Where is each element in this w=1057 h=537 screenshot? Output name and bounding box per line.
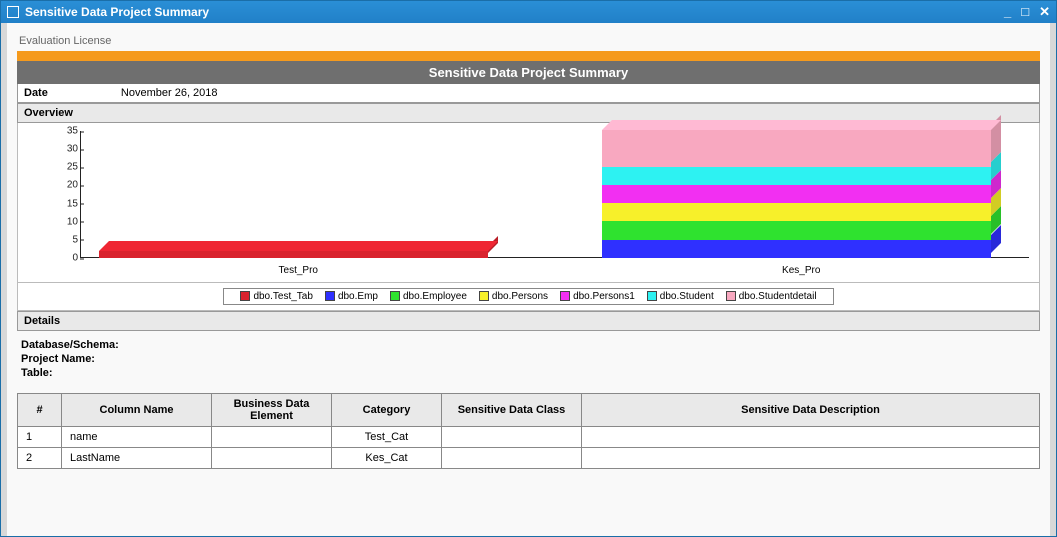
accent-bar: [17, 51, 1040, 61]
legend-item: dbo.Persons1: [560, 291, 635, 302]
legend-item: dbo.Persons: [479, 291, 548, 302]
legend-swatch: [390, 291, 400, 301]
table-row: 2LastName Kes_Cat: [18, 448, 1040, 469]
y-tick: 5: [48, 234, 78, 245]
cell-cls: [442, 427, 582, 448]
legend-item: dbo.Student: [647, 291, 714, 302]
date-row: Date November 26, 2018: [17, 84, 1040, 103]
cell-idx: 2: [18, 448, 62, 469]
chart-legend-inner: dbo.Test_Tab dbo.Emp dbo.Employee dbo.Perso…: [223, 288, 833, 305]
table-row: 1name Test_Cat: [18, 427, 1040, 448]
legend-label: dbo.Test_Tab: [253, 291, 313, 302]
legend-label: dbo.Persons: [492, 291, 548, 302]
cell-col: LastName: [62, 448, 212, 469]
cell-cat: Kes_Cat: [332, 448, 442, 469]
cell-idx: 1: [18, 427, 62, 448]
category-label: Kes_Pro: [602, 265, 1001, 276]
legend-label: dbo.Emp: [338, 291, 378, 302]
bar-segment: [602, 130, 1001, 167]
th-col: Column Name: [62, 394, 212, 427]
report-window: Sensitive Data Project Summary _ □ ✕ Eva…: [0, 0, 1057, 537]
field-table: Table:: [21, 367, 1036, 379]
cell-desc: [582, 448, 1040, 469]
legend-label: dbo.Persons1: [573, 291, 635, 302]
y-tick: 30: [48, 144, 78, 155]
titlebar[interactable]: Sensitive Data Project Summary _ □ ✕: [1, 1, 1056, 23]
window-icon: [7, 6, 19, 18]
cell-desc: [582, 427, 1040, 448]
details-header: Details: [17, 311, 1040, 331]
legend-swatch: [479, 291, 489, 301]
window-controls: _ □ ✕: [1004, 4, 1050, 20]
y-tick: 15: [48, 198, 78, 209]
y-tick: 35: [48, 126, 78, 137]
chart-plot-area: Test_ProKes_Pro: [80, 131, 1029, 258]
cell-col: name: [62, 427, 212, 448]
cell-bde: [212, 427, 332, 448]
table-body: 1name Test_Cat 2LastName Kes_Cat: [18, 427, 1040, 469]
close-button[interactable]: ✕: [1039, 4, 1050, 20]
legend-swatch: [325, 291, 335, 301]
cell-cat: Test_Cat: [332, 427, 442, 448]
field-project: Project Name:: [21, 353, 1036, 365]
bar-segment: [99, 251, 498, 258]
bar-segment: [602, 203, 1001, 221]
th-bde: Business Data Element: [212, 394, 332, 427]
legend-item: dbo.Emp: [325, 291, 378, 302]
y-tick: 10: [48, 216, 78, 227]
th-cls: Sensitive Data Class: [442, 394, 582, 427]
details-table: # Column Name Business Data Element Cate…: [17, 393, 1040, 469]
legend-label: dbo.Studentdetail: [739, 291, 817, 302]
th-idx: #: [18, 394, 62, 427]
th-cat: Category: [332, 394, 442, 427]
date-label: Date: [24, 87, 48, 99]
category-label: Test_Pro: [99, 265, 498, 276]
legend-item: dbo.Employee: [390, 291, 467, 302]
legend-swatch: [560, 291, 570, 301]
y-tick: 25: [48, 162, 78, 173]
bar-segment: [602, 240, 1001, 258]
legend-swatch: [647, 291, 657, 301]
field-db-schema: Database/Schema:: [21, 339, 1036, 351]
legend-label: dbo.Employee: [403, 291, 467, 302]
date-value: November 26, 2018: [121, 87, 218, 99]
legend-swatch: [726, 291, 736, 301]
legend-item: dbo.Test_Tab: [240, 291, 313, 302]
minimize-button[interactable]: _: [1004, 4, 1011, 20]
window-title: Sensitive Data Project Summary: [25, 5, 1004, 19]
cell-bde: [212, 448, 332, 469]
legend-swatch: [240, 291, 250, 301]
chart-legend: dbo.Test_Tab dbo.Emp dbo.Employee dbo.Perso…: [17, 283, 1040, 311]
bar-segment: [602, 167, 1001, 185]
cell-cls: [442, 448, 582, 469]
detail-fields: Database/Schema: Project Name: Table:: [17, 331, 1040, 387]
th-desc: Sensitive Data Description: [582, 394, 1040, 427]
report-title-banner: Sensitive Data Project Summary: [17, 61, 1040, 84]
bar-segment: [602, 221, 1001, 239]
table-header-row: # Column Name Business Data Element Cate…: [18, 394, 1040, 427]
legend-label: dbo.Student: [660, 291, 714, 302]
license-notice: Evaluation License: [19, 35, 1040, 47]
y-tick: 0: [48, 253, 78, 264]
report-body: Evaluation License Sensitive Data Projec…: [1, 23, 1056, 536]
legend-item: dbo.Studentdetail: [726, 291, 817, 302]
overview-chart: 0 5 10 15 20 25 30 35 Test_ProKes_Pro: [17, 123, 1040, 283]
bar-segment: [602, 185, 1001, 203]
y-tick: 20: [48, 180, 78, 191]
chart-y-axis: 0 5 10 15 20 25 30 35: [48, 131, 78, 258]
maximize-button[interactable]: □: [1021, 4, 1029, 20]
